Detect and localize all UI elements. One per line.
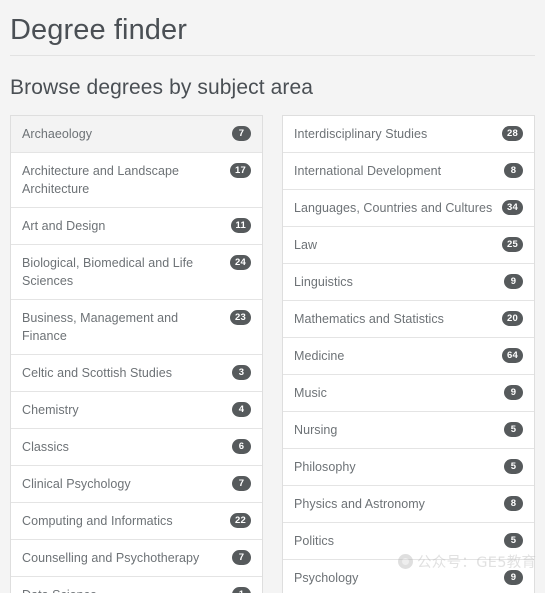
subject-label: Psychology [294,571,359,585]
subject-label: Classics [22,440,69,454]
page-title: Degree finder [10,14,188,46]
subject-row[interactable]: Interdisciplinary Studies 28 [283,116,534,153]
subject-row[interactable]: Counselling and Psychotherapy 7 [11,540,262,577]
subject-row[interactable]: Psychology 9 [283,560,534,593]
subject-label: Biological, Biomedical and Life Sciences [22,256,194,288]
right-column: Interdisciplinary Studies 28 International… [282,115,535,593]
subject-count-badge: 7 [232,476,251,491]
subject-row[interactable]: Linguistics 9 [283,264,534,301]
subject-label: Music [294,386,327,400]
subject-count-badge: 4 [232,402,251,417]
subject-row[interactable]: Chemistry 4 [11,392,262,429]
subject-row[interactable]: Physics and Astronomy 8 [283,486,534,523]
subject-label: Business, Management and Finance [22,311,179,343]
subject-count-badge: 3 [232,365,251,380]
subject-row[interactable]: Law 25 [283,227,534,264]
subject-count-badge: 24 [230,255,251,270]
subject-label: Celtic and Scottish Studies [22,366,173,380]
subject-count-badge: 11 [230,218,251,233]
subject-label: International Development [294,164,442,178]
subject-row[interactable]: Art and Design 11 [11,208,262,245]
subject-label: Chemistry [22,403,79,417]
subject-count-badge: 64 [502,348,523,363]
subject-row[interactable]: Nursing 5 [283,412,534,449]
subject-row[interactable]: Architecture and Landscape Architecture 1… [11,153,262,208]
subject-label: Counselling and Psychotherapy [22,551,200,565]
subject-row[interactable]: Clinical Psychology 7 [11,466,262,503]
degree-finder-page: Degree finder Browse degrees by subject … [0,0,545,593]
subject-count-badge: 20 [502,311,523,326]
subject-row[interactable]: Classics 6 [11,429,262,466]
subject-count-badge: 22 [230,513,251,528]
subject-label: Clinical Psychology [22,477,131,491]
subject-count-badge: 34 [502,200,523,215]
subject-count-badge: 5 [504,459,523,474]
subject-count-badge: 1 [232,587,251,593]
subject-row[interactable]: Data Science 1 [11,577,262,593]
subject-label: Archaeology [22,127,93,141]
subject-label: Politics [294,534,334,548]
subject-count-badge: 23 [230,310,251,325]
subject-label: Architecture and Landscape Architecture [22,164,179,196]
subject-count-badge: 9 [504,385,523,400]
subject-label: Languages, Countries and Cultures [294,201,493,215]
subject-count-badge: 7 [232,126,251,141]
subject-count-badge: 5 [504,422,523,437]
subject-label: Nursing [294,423,338,437]
left-column: Archaeology 7 Architecture and Landscape A… [10,115,263,593]
subject-count-badge: 28 [502,126,523,141]
subject-count-badge: 6 [232,439,251,454]
subject-row[interactable]: Medicine 64 [283,338,534,375]
subject-row[interactable]: Archaeology 7 [11,116,262,153]
subject-label: Philosophy [294,460,356,474]
subject-row[interactable]: Languages, Countries and Cultures 34 [283,190,534,227]
subject-columns: Archaeology 7 Architecture and Landscape A… [0,102,545,593]
subject-label: Mathematics and Statistics [294,312,444,326]
subject-count-badge: 7 [232,550,251,565]
subject-row[interactable]: Politics 5 [283,523,534,560]
subject-label: Computing and Informatics [22,514,173,528]
subject-label: Data Science [22,586,97,593]
subject-count-badge: 9 [504,570,523,585]
subject-count-badge: 25 [502,237,523,252]
subject-count-badge: 8 [504,163,523,178]
subject-label: Art and Design [22,219,106,233]
subject-count-badge: 9 [504,274,523,289]
subject-row[interactable]: Biological, Biomedical and Life Sciences… [11,245,262,300]
subject-row[interactable]: Celtic and Scottish Studies 3 [11,355,262,392]
subject-label: Law [294,238,318,252]
subject-row[interactable]: Music 9 [283,375,534,412]
subject-row[interactable]: International Development 8 [283,153,534,190]
subject-row[interactable]: Business, Management and Finance 23 [11,300,262,355]
subject-label: Physics and Astronomy [294,497,425,511]
subject-label: Linguistics [294,275,353,289]
subject-row[interactable]: Computing and Informatics 22 [11,503,262,540]
subject-count-badge: 17 [230,163,251,178]
subject-count-badge: 5 [504,533,523,548]
subject-label: Medicine [294,349,345,363]
section-heading: Browse degrees by subject area [10,76,313,99]
subject-row[interactable]: Philosophy 5 [283,449,534,486]
subject-label: Interdisciplinary Studies [294,127,428,141]
subject-count-badge: 8 [504,496,523,511]
subject-row[interactable]: Mathematics and Statistics 20 [283,301,534,338]
